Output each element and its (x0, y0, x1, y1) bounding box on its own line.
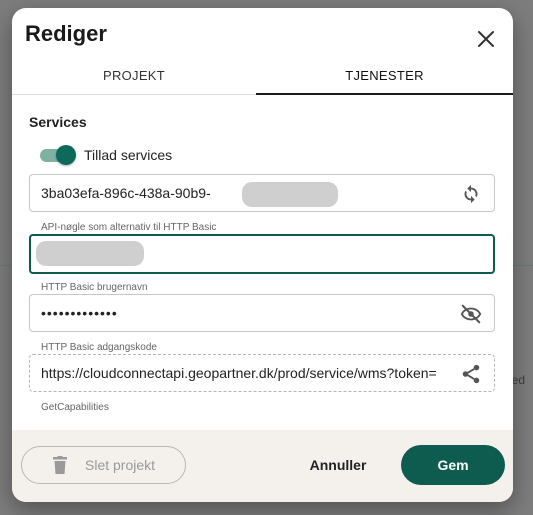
capabilities-url-value: https://cloudconnectapi.geopartner.dk/pr… (41, 365, 437, 381)
close-icon[interactable] (477, 30, 495, 48)
toggle-knob (56, 145, 76, 165)
cancel-button[interactable]: Annuller (302, 446, 374, 484)
username-caption: HTTP Basic brugernavn (41, 282, 148, 293)
section-title: Services (29, 114, 87, 130)
password-field[interactable]: ••••••••••••• (29, 294, 495, 332)
toggle-label: Tillad services (84, 147, 173, 163)
capabilities-url-field[interactable]: https://cloudconnectapi.geopartner.dk/pr… (29, 354, 495, 392)
redacted-blur (36, 241, 144, 266)
allow-services-toggle[interactable] (40, 145, 76, 165)
refresh-icon[interactable] (460, 183, 482, 205)
background-text: ed (511, 373, 525, 387)
delete-project-label: Slet projekt (85, 457, 156, 473)
tab-projekt[interactable]: PROJEKT (12, 58, 256, 94)
trash-icon (53, 456, 67, 474)
eye-off-icon[interactable] (460, 303, 482, 325)
api-key-caption: API-nøgle som alternativ til HTTP Basic (41, 222, 217, 233)
dialog-title: Rediger (25, 21, 107, 46)
edit-dialog: Rediger PROJEKT TJENESTER Services Tilla… (12, 8, 513, 502)
save-button[interactable]: Gem (401, 445, 505, 485)
delete-project-button[interactable]: Slet projekt (21, 446, 186, 484)
password-value: ••••••••••••• (41, 305, 118, 321)
share-icon[interactable] (460, 363, 482, 385)
tab-bar: PROJEKT TJENESTER (12, 58, 513, 95)
username-field[interactable] (29, 234, 495, 274)
tab-tjenester[interactable]: TJENESTER (256, 58, 513, 95)
api-key-field[interactable]: 3ba03efa-896c-438a-90b9- (29, 174, 495, 212)
dialog-footer: Slet projekt Annuller Gem (12, 430, 513, 502)
api-key-value: 3ba03efa-896c-438a-90b9- (41, 185, 211, 201)
password-caption: HTTP Basic adgangskode (41, 342, 157, 353)
capabilities-caption: GetCapabilities (41, 402, 109, 413)
redacted-blur (242, 182, 338, 207)
